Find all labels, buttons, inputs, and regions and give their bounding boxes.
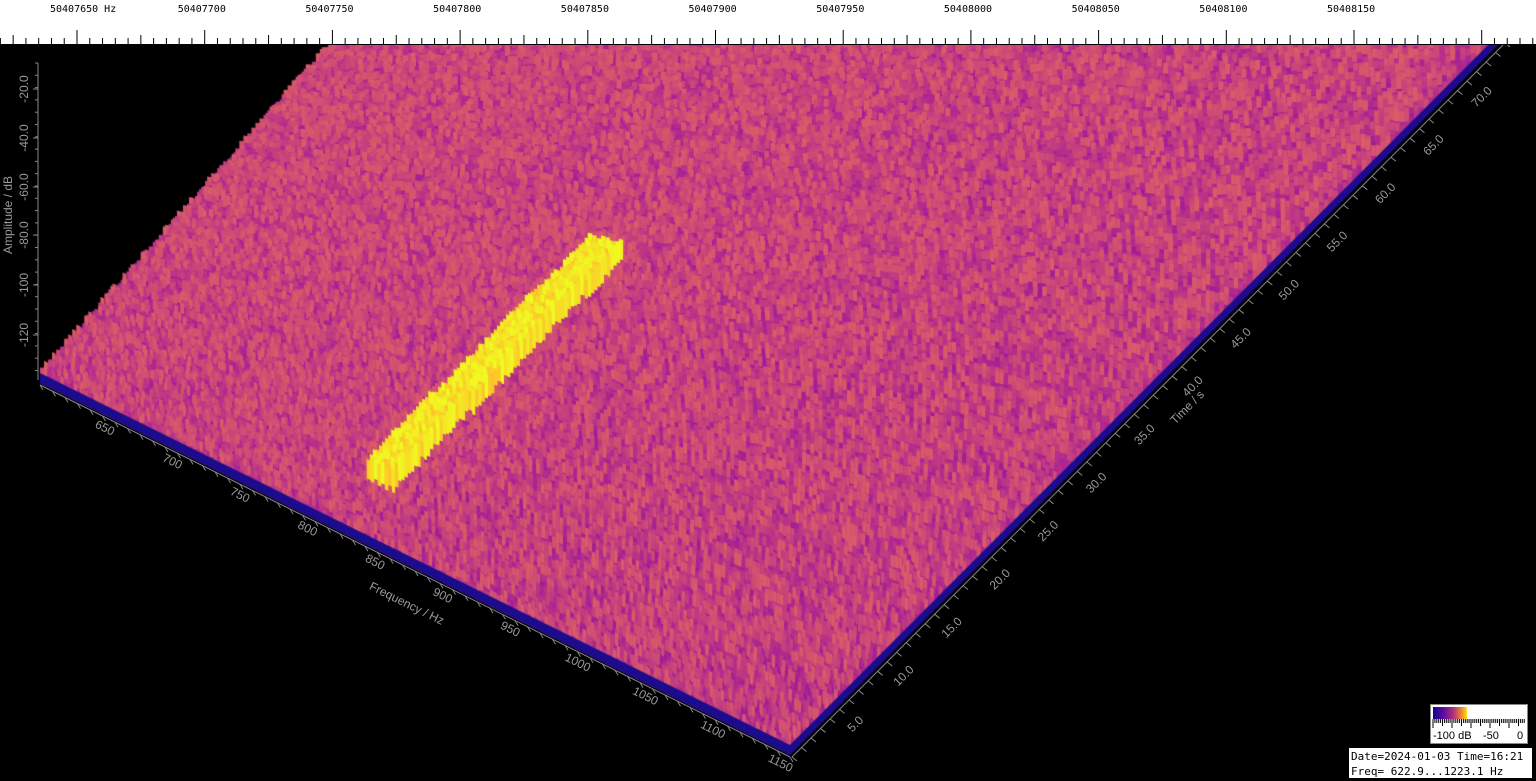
ruler-label: 50407850 xyxy=(561,4,609,15)
frequency-tick-label: 650 xyxy=(93,417,117,439)
ruler-label: 50408100 xyxy=(1199,4,1247,15)
ruler-label: 50407650 Hz xyxy=(50,4,116,15)
frequency-tick-label: 750 xyxy=(228,484,252,506)
ruler-label: 50407700 xyxy=(178,4,226,15)
frequency-tick-label: 1100 xyxy=(698,717,728,741)
amplitude-tick-label: -40.0 xyxy=(17,124,31,152)
frequency-tick-label: 900 xyxy=(431,585,455,607)
time-tick-label: 5.0 xyxy=(844,713,866,735)
frequency-tick-label: 1000 xyxy=(563,650,593,675)
frequency-tick-label: 1150 xyxy=(766,751,796,775)
time-tick-label: 55.0 xyxy=(1324,228,1351,255)
time-tick-label: 10.0 xyxy=(890,662,917,689)
time-tick-label: 65.0 xyxy=(1420,132,1447,159)
time-tick-label: 45.0 xyxy=(1228,325,1255,352)
ruler-label: 50408050 xyxy=(1072,4,1120,15)
color-gradient-bar xyxy=(1433,707,1467,719)
color-scale-label-min: -100 dB xyxy=(1433,730,1472,742)
ruler-label: 50407900 xyxy=(689,4,737,15)
frequency-tick-label: 850 xyxy=(363,551,387,573)
time-tick-label: 30.0 xyxy=(1083,469,1110,496)
amplitude-tick-label: -20.0 xyxy=(17,75,31,103)
time-tick-label: 35.0 xyxy=(1131,421,1158,448)
color-scale-ticks xyxy=(1432,719,1525,728)
time-tick-label: 60.0 xyxy=(1372,180,1399,207)
color-scale-legend: -100 dB -50 0 xyxy=(1430,704,1528,744)
time-tick-label: 15.0 xyxy=(938,614,965,641)
amplitude-tick-label: -120 xyxy=(17,323,31,347)
frequency-tick-label: 800 xyxy=(296,518,320,540)
ruler-label: 50407750 xyxy=(305,4,353,15)
ruler-label: 50408150 xyxy=(1327,4,1375,15)
frequency-tick-label: 700 xyxy=(160,451,184,473)
waterfall-3d-plot[interactable]: -20.0 -40.0 -60.0 -80.0 -100 -120 Amplitude / … xyxy=(0,45,1536,781)
amplitude-tick-label: -80.0 xyxy=(17,221,31,249)
color-scale-label-max: 0 xyxy=(1517,730,1524,742)
plot-axes: -20.0 -40.0 -60.0 -80.0 -100 -120 Amplitude / … xyxy=(1,45,1511,775)
time-tick-label: 25.0 xyxy=(1035,518,1062,545)
ruler-label: 50407800 xyxy=(433,4,481,15)
amplitude-tick-label: -60.0 xyxy=(17,173,31,201)
color-scale-label-mid: -50 xyxy=(1483,730,1499,742)
frequency-ruler[interactable]: 50407650 Hz 50407700 50407750 50407800 50407… xyxy=(0,0,1536,45)
info-panel: Date=2024-01-03 Time=16:21 Freq= 622.9..… xyxy=(1348,747,1533,779)
time-tick-label: 70.0 xyxy=(1468,83,1495,110)
ruler-label: 50408000 xyxy=(944,4,992,15)
frequency-tick-label: 1050 xyxy=(630,684,660,709)
info-date-time: Date=2024-01-03 Time=16:21 xyxy=(1351,750,1524,763)
frequency-axis-title: Frequency / Hz xyxy=(367,579,446,628)
amplitude-axis-title: Amplitude / dB xyxy=(1,176,15,254)
amplitude-tick-label: -100 xyxy=(17,273,31,297)
frequency-ruler-scale: 50407650 Hz 50407700 50407750 50407800 50407… xyxy=(0,4,1534,44)
info-frequency-range: Freq= 622.9...1223.1 Hz xyxy=(1351,765,1504,778)
ruler-label: 50407950 xyxy=(816,4,864,15)
time-tick-label: 50.0 xyxy=(1276,276,1303,303)
time-tick-label: 20.0 xyxy=(987,566,1014,593)
frequency-tick-label: 950 xyxy=(498,618,522,640)
